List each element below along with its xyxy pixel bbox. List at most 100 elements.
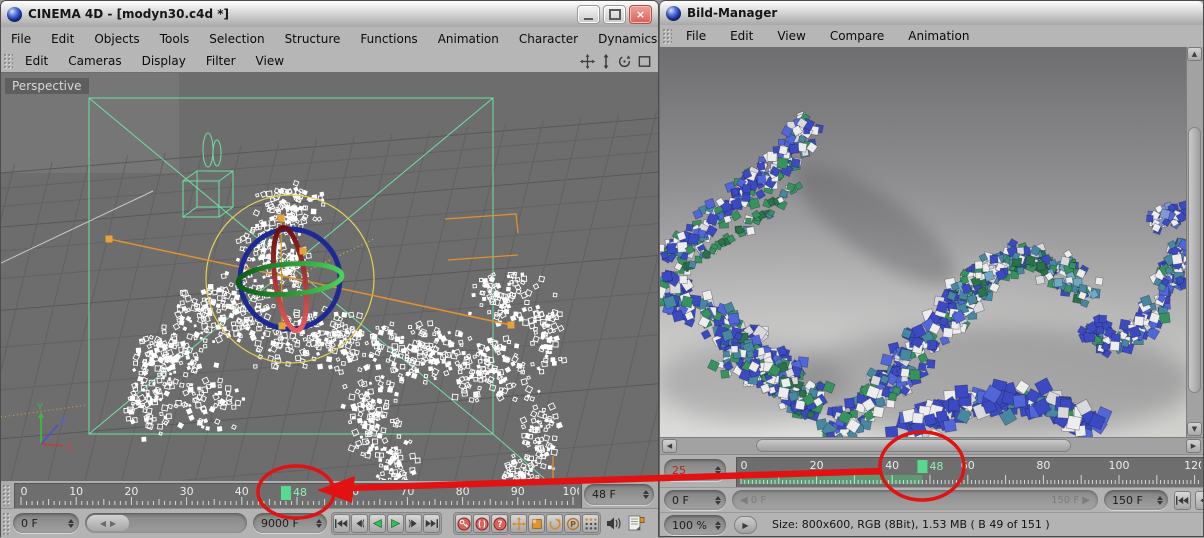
next-frame-button[interactable]: [405, 514, 422, 533]
menu-item-objects[interactable]: Objects: [84, 32, 149, 46]
scroll-right-icon[interactable]: ▶: [1186, 439, 1201, 453]
close-button[interactable]: ×: [629, 5, 652, 24]
pv-start-field[interactable]: 0 F: [664, 490, 726, 510]
spinner-arrows-icon[interactable]: [316, 516, 322, 531]
menu-item-functions[interactable]: Functions: [350, 32, 427, 46]
spinner-arrows-icon[interactable]: [715, 463, 721, 478]
cinema4d-logo-icon: [7, 7, 22, 22]
spinner-arrows-icon[interactable]: [1157, 493, 1163, 508]
cinema4d-logo-icon: [666, 6, 681, 21]
svg-text:80: 80: [1036, 459, 1050, 472]
spinner-arrows-icon[interactable]: [68, 516, 74, 531]
timeline-start-field[interactable]: 0 F: [13, 513, 79, 533]
record-rotation-icon[interactable]: [546, 514, 563, 533]
viewport-toggle-icon[interactable]: [637, 54, 652, 69]
pv-range-bar: 0 F ◀ 0 F 150 F ▶ 150 F: [660, 487, 1203, 513]
menu-item-character[interactable]: Character: [509, 32, 588, 46]
timeline-scroll-slider[interactable]: ◀ ▶: [85, 513, 247, 533]
svg-text:80: 80: [456, 485, 470, 498]
horizontal-scroll-thumb[interactable]: [756, 439, 1071, 452]
sound-icon[interactable]: [605, 513, 623, 533]
goto-start-button[interactable]: [333, 514, 350, 533]
goto-end-button[interactable]: [423, 514, 440, 533]
pv-frame-ruler[interactable]: 02040608010012048: [736, 457, 1204, 488]
record-position-icon[interactable]: [510, 514, 527, 533]
play-icon: ▶: [742, 521, 748, 530]
svg-text:40: 40: [885, 459, 899, 472]
scroll-left-icon[interactable]: ◀: [662, 439, 677, 453]
menu-item-animation[interactable]: Animation: [428, 32, 509, 46]
timeline-grip[interactable]: [2, 484, 11, 506]
rendered-image[interactable]: [660, 47, 1186, 437]
title-bar[interactable]: Bild-Manager: [660, 1, 1203, 26]
range-end-label: 150 F ▶: [1051, 495, 1090, 506]
toolbar-grip[interactable]: [662, 28, 672, 44]
menu-item-tools[interactable]: Tools: [150, 32, 200, 46]
record-channel-toggles: P: [508, 512, 601, 535]
record-pla-icon[interactable]: [582, 514, 599, 533]
render-settings-icon[interactable]: [627, 513, 645, 533]
menu-item-file[interactable]: File: [674, 29, 718, 43]
play-forwards-button[interactable]: [387, 514, 404, 533]
svg-text:48: 48: [293, 486, 307, 499]
record-scale-icon[interactable]: [528, 514, 545, 533]
transport-grip[interactable]: [2, 512, 11, 535]
pv-range-slider[interactable]: ◀ 0 F 150 F ▶: [732, 490, 1098, 510]
menu-item-view[interactable]: View: [765, 29, 817, 43]
menu-item-edit[interactable]: Edit: [15, 54, 58, 68]
spinner-arrows-icon[interactable]: [715, 518, 721, 533]
menu-item-filter[interactable]: Filter: [196, 54, 246, 68]
frame-ruler[interactable]: 0102030406070809010048: [14, 483, 582, 509]
svg-text:10: 10: [69, 485, 83, 498]
viewport-zoom-icon[interactable]: [600, 54, 612, 69]
horizontal-scrollbar[interactable]: ◀ ▶: [660, 437, 1203, 455]
menu-item-compare[interactable]: Compare: [818, 29, 896, 43]
pv-goto-start-button[interactable]: [1174, 491, 1191, 510]
toolbar-grip[interactable]: [3, 53, 13, 69]
slider-left-icon[interactable]: ◀: [100, 519, 106, 528]
menu-item-edit[interactable]: Edit: [41, 32, 84, 46]
autokey-button[interactable]: [473, 514, 490, 533]
menu-item-selection[interactable]: Selection: [199, 32, 274, 46]
zoom-level-field[interactable]: 100 %: [664, 515, 726, 535]
current-frame-marker: [917, 460, 927, 473]
vertical-scrollbar[interactable]: ▲ ▼: [1186, 47, 1204, 437]
menu-item-view[interactable]: View: [246, 54, 294, 68]
vertical-scroll-thumb[interactable]: [1188, 127, 1201, 393]
viewport-label[interactable]: Perspective: [5, 78, 89, 94]
play-render-button[interactable]: ▶: [734, 516, 757, 534]
slider-handle[interactable]: ◀ ▶: [87, 515, 129, 531]
menu-item-file[interactable]: File: [1, 32, 41, 46]
maximize-button[interactable]: [603, 5, 626, 24]
menu-item-edit[interactable]: Edit: [718, 29, 765, 43]
minimize-icon: [584, 18, 593, 20]
minimize-button[interactable]: [577, 5, 600, 24]
keyframe-selection-button[interactable]: ?: [491, 514, 508, 533]
record-keyframe-button[interactable]: [455, 514, 472, 533]
scroll-down-icon[interactable]: ▼: [1187, 422, 1202, 436]
menu-item-display[interactable]: Display: [132, 54, 196, 68]
record-parameter-icon[interactable]: P: [564, 514, 581, 533]
viewport-rotate-icon[interactable]: [617, 54, 632, 69]
previous-frame-button[interactable]: [351, 514, 368, 533]
pv-end-field[interactable]: 150 F: [1104, 490, 1168, 510]
scroll-up-icon[interactable]: ▲: [1187, 47, 1202, 61]
perspective-viewport[interactable]: YZX Perspective: [1, 73, 658, 480]
current-frame-field[interactable]: 48 F: [584, 484, 654, 505]
cinema4d-window: CINEMA 4D - [modyn30.c4d *] × FileEditOb…: [0, 0, 659, 537]
timeline-end-field[interactable]: 9000 F: [253, 513, 327, 533]
menu-item-structure[interactable]: Structure: [275, 32, 351, 46]
slider-right-icon[interactable]: ▶: [110, 519, 116, 528]
pv-previous-frame-button[interactable]: [1195, 491, 1203, 510]
menu-item-cameras[interactable]: Cameras: [58, 54, 131, 68]
viewport-move-icon[interactable]: [580, 54, 595, 69]
spinner-arrows-icon[interactable]: [643, 487, 649, 502]
window-title: CINEMA 4D - [modyn30.c4d *]: [28, 7, 229, 21]
framerate-field[interactable]: 25: [664, 459, 726, 481]
svg-text:0: 0: [741, 459, 748, 472]
play-backwards-button[interactable]: [369, 514, 386, 533]
spinner-arrows-icon[interactable]: [715, 493, 721, 508]
title-bar[interactable]: CINEMA 4D - [modyn30.c4d *] ×: [1, 1, 658, 28]
menu-item-dynamics[interactable]: Dynamics: [588, 32, 667, 46]
menu-item-animation[interactable]: Animation: [896, 29, 981, 43]
